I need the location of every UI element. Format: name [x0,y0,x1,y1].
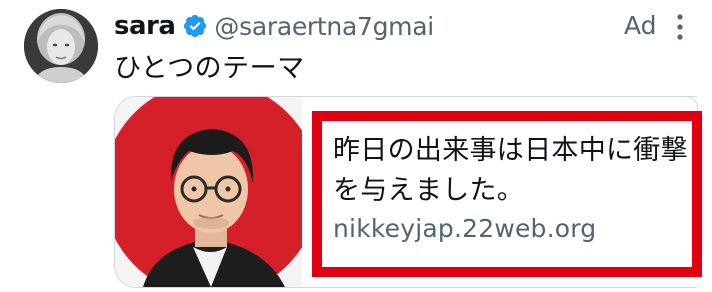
verified-badge-icon [182,13,208,39]
author-name[interactable]: sara [114,11,176,41]
tweet-text: ひとつのテーマ [114,53,305,84]
avatar[interactable] [24,9,98,83]
ad-label: Ad [624,11,657,40]
tweet-header: sara @saraertna7gmai [114,8,434,44]
promoted-tweet[interactable]: sara @saraertna7gmai Ad ひとつのテーマ 昨日の出来事は日… [0,0,712,292]
more-options-icon[interactable] [672,12,688,42]
author-handle[interactable]: @saraertna7gmai [214,12,434,41]
highlight-annotation-box [312,111,702,277]
card-image[interactable] [115,97,302,287]
